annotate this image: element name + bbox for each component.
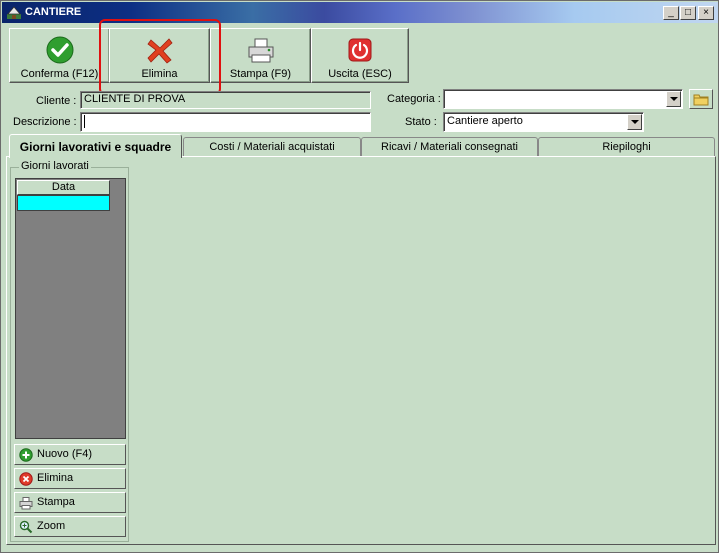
zoom-button[interactable]: Zoom [14,516,126,537]
window-title: CANTIERE [25,6,82,18]
delete-button-highlight [99,19,221,95]
checkmark-icon [46,36,73,64]
print-workdays-button[interactable]: Stampa [14,492,126,513]
folder-icon [693,94,709,106]
exit-button[interactable]: Uscita (ESC) [311,28,409,83]
print-workdays-label: Stampa [37,496,75,508]
exit-label: Uscita (ESC) [328,68,392,80]
workdays-group-title: Giorni lavorati [19,160,91,172]
category-folder-button[interactable] [689,89,713,109]
printer-icon [19,497,33,510]
power-icon [348,38,372,62]
print-label: Stampa (F9) [229,68,292,80]
client-label: Cliente : [36,95,77,107]
confirm-label: Conferma (F12) [20,68,99,80]
new-workday-button[interactable]: Nuovo (F4) [14,444,126,465]
date-column-header[interactable]: Data [17,180,110,195]
app-icon [7,6,21,19]
category-label: Categoria : [387,93,441,105]
category-select[interactable] [443,89,683,109]
confirm-button[interactable]: Conferma (F12) [9,28,110,83]
tab-workdays[interactable]: Giorni lavorativi e squadre [9,134,182,158]
delete-workday-label: Elimina [37,472,74,484]
printer-icon [248,38,273,63]
tab-costs[interactable]: Costi / Materiali acquistati [183,137,361,157]
text-caret [84,115,85,128]
description-label: Descrizione : [13,116,77,128]
state-dropdown-arrow[interactable] [627,114,642,130]
category-dropdown-arrow[interactable] [666,91,681,107]
magnifier-icon [19,520,33,534]
tab-revenue[interactable]: Ricavi / Materiali consegnati [361,137,538,157]
new-workday-label: Nuovo (F4) [37,448,93,460]
delete-workday-button[interactable]: Elimina [14,468,126,489]
maximize-button[interactable]: □ [680,6,696,20]
tab-summary[interactable]: Riepiloghi [538,137,715,157]
description-input[interactable] [80,112,371,132]
close-window-button[interactable]: × [698,6,714,20]
state-label: Stato : [405,116,437,128]
state-select[interactable]: Cantiere aperto [443,112,644,132]
minimize-button[interactable]: _ [663,6,679,20]
delete-icon [19,472,33,486]
workdays-grid[interactable]: Data [15,178,126,439]
cantiere-window: CANTIERE _ □ × Conferma (F12) Elimina St… [0,0,719,553]
zoom-label: Zoom [37,520,66,532]
client-field[interactable]: CLIENTE DI PROVA [80,91,371,109]
table-row[interactable] [17,195,110,211]
add-icon [19,448,33,462]
print-button[interactable]: Stampa (F9) [210,28,311,83]
